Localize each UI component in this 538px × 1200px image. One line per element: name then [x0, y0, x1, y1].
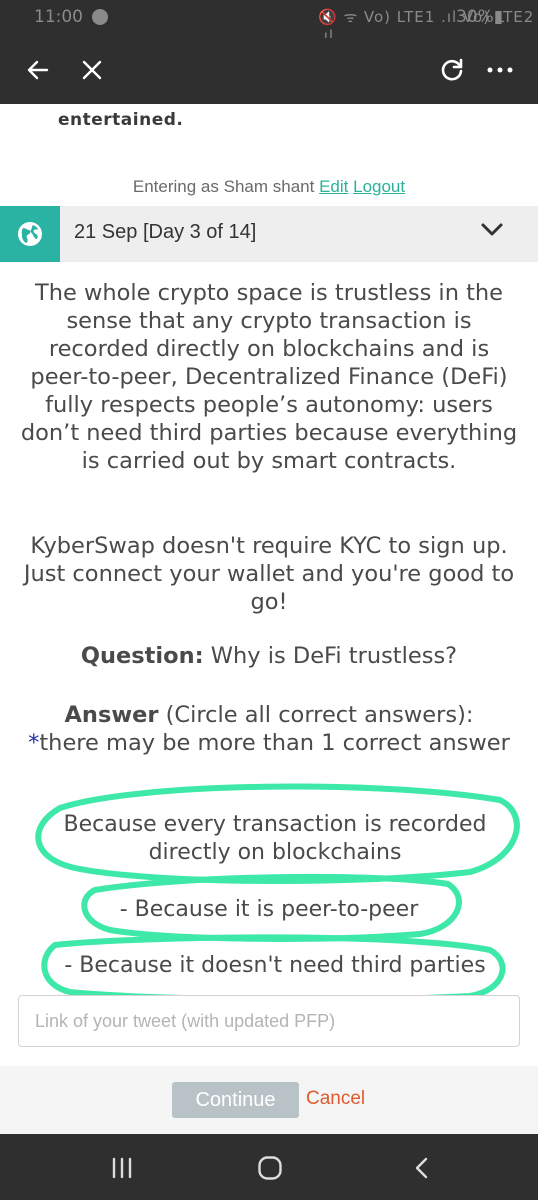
answer-option-3[interactable]: - Because it doesn't need third parties: [40, 952, 510, 980]
answer-label: Answer: [64, 702, 159, 728]
edit-link[interactable]: Edit: [319, 177, 348, 196]
previous-text-fragment: entertained.: [58, 110, 184, 130]
refresh-icon[interactable]: [430, 48, 474, 92]
day-label: 21 Sep [Day 3 of 14]: [74, 221, 257, 243]
browser-toolbar: [0, 38, 538, 104]
day-selector[interactable]: 21 Sep [Day 3 of 14]: [0, 206, 538, 262]
system-nav-bar: [0, 1134, 538, 1200]
battery-indicator: 30%▮: [456, 7, 504, 27]
globe-icon: [0, 206, 60, 262]
cancel-link[interactable]: Cancel: [306, 1088, 365, 1110]
arrow-left-icon[interactable]: [16, 48, 60, 92]
tweet-link-input[interactable]: [18, 995, 520, 1047]
close-icon[interactable]: [70, 48, 114, 92]
clock: 11:00: [34, 7, 83, 27]
status-bar: 11:00 🔇 ᯤ Vo) LTE1 .ıl Vo) LTE2 .ıl 30%▮: [0, 0, 538, 45]
question-text: Why is DeFi trustless?: [203, 643, 458, 669]
answer-option-1[interactable]: Because every transaction is recorded di…: [40, 811, 510, 867]
user-session-line: Entering as Sham shant Edit Logout: [0, 177, 538, 197]
answer-note: there may be more than 1 correct answer: [39, 730, 510, 756]
more-dots-icon[interactable]: [478, 48, 522, 92]
entering-as-text: Entering as Sham shant: [132, 177, 315, 196]
continue-button[interactable]: Continue: [172, 1082, 299, 1118]
logout-link[interactable]: Logout: [353, 177, 405, 196]
answer-hint: (Circle all correct answers):: [158, 702, 474, 728]
chevron-down-icon[interactable]: [480, 222, 504, 242]
action-bar: Continue Cancel: [0, 1066, 538, 1134]
nav-back-icon[interactable]: [400, 1146, 444, 1190]
lesson-paragraph-2: KyberSwap doesn't require KYC to sign up…: [23, 533, 515, 615]
answer-instructions: Answer (Circle all correct answers): *th…: [20, 701, 518, 771]
asterisk-marker: *: [28, 730, 40, 756]
recent-apps-icon[interactable]: [100, 1146, 144, 1190]
question-label: Question:: [80, 643, 204, 669]
home-icon[interactable]: [248, 1146, 292, 1190]
notification-icon: [92, 9, 108, 25]
question-line: Question: Why is DeFi trustless?: [0, 643, 538, 669]
answer-option-2[interactable]: - Because it is peer-to-peer: [0, 896, 538, 924]
lesson-paragraph-1: The whole crypto space is trustless in t…: [20, 280, 518, 474]
